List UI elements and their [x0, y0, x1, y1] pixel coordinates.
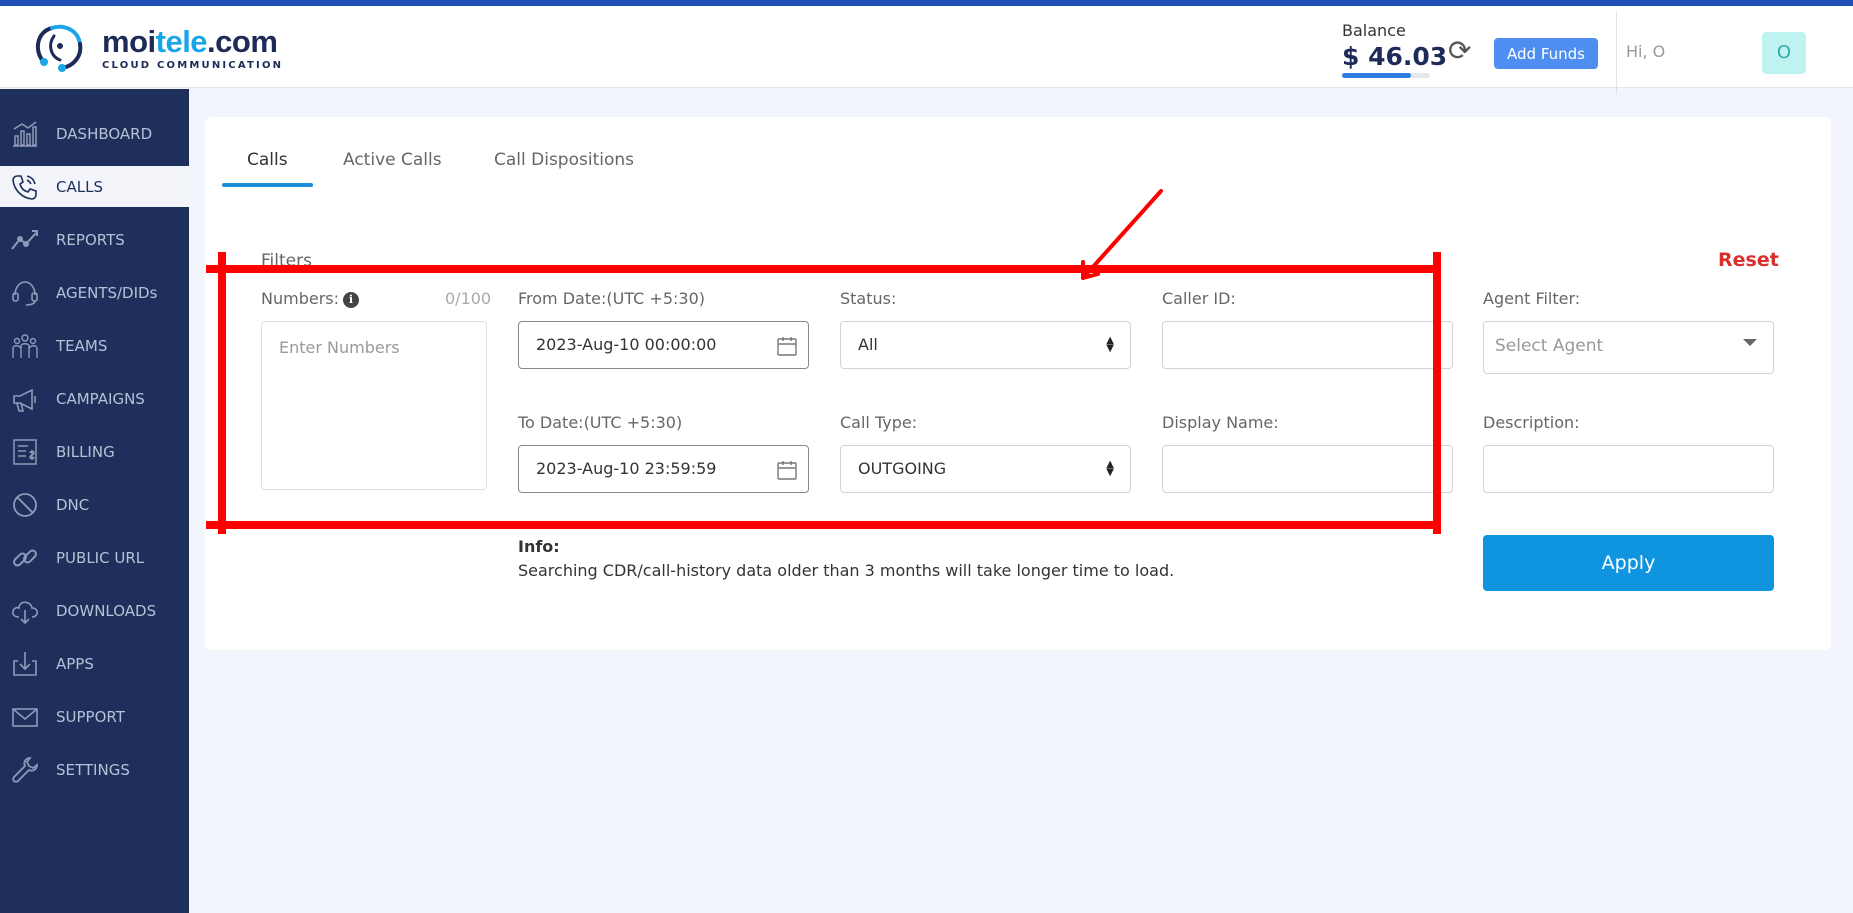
call-type-select[interactable]: OUTGOING ▲ ▼: [840, 445, 1131, 493]
sidebar-item-teams[interactable]: TEAMS: [0, 325, 189, 366]
calendar-icon[interactable]: [775, 334, 799, 358]
link-icon: [10, 543, 40, 573]
refresh-icon[interactable]: ⟳: [1448, 36, 1471, 66]
info-icon[interactable]: i: [343, 291, 359, 308]
sidebar-item-label: APPS: [56, 654, 94, 673]
sidebar-item-label: BILLING: [56, 442, 115, 461]
filters-heading: Filters: [261, 251, 312, 271]
info-text: Searching CDR/call-history data older th…: [518, 561, 1175, 580]
balance-widget: Balance $ 46.03: [1342, 21, 1447, 78]
to-date-label: To Date:(UTC +5:30): [518, 413, 683, 432]
user-greeting[interactable]: Hi, O: [1626, 42, 1665, 61]
tab-active-calls[interactable]: Active Calls: [343, 150, 442, 170]
numbers-placeholder: Enter Numbers: [279, 338, 400, 357]
sidebar-item-label: PUBLIC URL: [56, 548, 145, 567]
sidebar-item-settings[interactable]: SETTINGS: [0, 749, 189, 790]
sidebar-item-dashboard[interactable]: DASHBOARD: [0, 113, 189, 154]
block-icon: [10, 490, 40, 520]
sidebar-item-reports[interactable]: REPORTS: [0, 219, 189, 260]
chart-icon: [10, 225, 40, 255]
phone-icon: [10, 172, 40, 202]
header-divider: [1616, 12, 1617, 94]
calendar-icon[interactable]: [775, 458, 799, 482]
sort-arrows-icon: ▲ ▼: [1106, 335, 1114, 354]
sidebar-item-label: DOWNLOADS: [56, 601, 157, 620]
caller-id-label: Caller ID:: [1162, 289, 1236, 308]
user-avatar[interactable]: O: [1762, 32, 1806, 74]
display-name-label: Display Name:: [1162, 413, 1279, 432]
apply-button[interactable]: Apply: [1483, 535, 1774, 591]
display-name-input[interactable]: [1162, 445, 1453, 493]
status-value: All: [858, 335, 878, 354]
calls-filter-card: Calls Active Calls Call Dispositions Fil…: [205, 117, 1831, 650]
sidebar-item-billing[interactable]: BILLING: [0, 431, 189, 472]
sidebar-item-label: CAMPAIGNS: [56, 389, 145, 408]
to-date-input[interactable]: 2023-Aug-10 23:59:59: [518, 445, 809, 493]
call-type-value: OUTGOING: [858, 459, 947, 478]
sidebar-item-label: SUPPORT: [56, 707, 125, 726]
description-label: Description:: [1483, 413, 1580, 432]
sidebar-nav: DASHBOARD CALLS REPORTS AGENTS/DIDs TEAM…: [0, 89, 189, 913]
tab-call-dispositions[interactable]: Call Dispositions: [494, 150, 634, 170]
balance-label: Balance: [1342, 21, 1406, 40]
to-date-value: 2023-Aug-10 23:59:59: [536, 459, 717, 478]
sidebar-item-apps[interactable]: APPS: [0, 643, 189, 684]
wrench-icon: [10, 755, 40, 785]
sidebar-item-support[interactable]: SUPPORT: [0, 696, 189, 737]
invoice-icon: [10, 437, 40, 467]
active-tab-indicator: [222, 183, 313, 187]
dashboard-icon: [10, 119, 40, 149]
sidebar-item-label: DASHBOARD: [56, 124, 153, 143]
logo-tagline: CLOUD COMMUNICATION: [102, 59, 284, 71]
numbers-label: Numbers: i: [261, 289, 359, 308]
agent-filter-label: Agent Filter:: [1483, 289, 1581, 308]
from-date-input[interactable]: 2023-Aug-10 00:00:00: [518, 321, 809, 369]
logo-mark-icon: [35, 24, 83, 72]
balance-value: $ 46.03: [1342, 42, 1448, 71]
status-label: Status:: [840, 289, 897, 308]
balance-progress-fill: [1342, 73, 1411, 78]
sidebar-item-campaigns[interactable]: CAMPAIGNS: [0, 378, 189, 419]
call-type-label: Call Type:: [840, 413, 918, 432]
logo-wordmark: moitele.com: [102, 23, 278, 59]
sidebar-item-downloads[interactable]: DOWNLOADS: [0, 590, 189, 631]
headset-icon: [10, 278, 40, 308]
mail-icon: [10, 702, 40, 732]
caller-id-input[interactable]: [1162, 321, 1453, 369]
sidebar-item-label: CALLS: [56, 177, 103, 196]
cloud-download-icon: [10, 596, 40, 626]
description-input[interactable]: [1483, 445, 1774, 493]
balance-progress-bar: [1342, 73, 1430, 78]
from-date-label: From Date:(UTC +5:30): [518, 289, 705, 308]
agent-placeholder: Select Agent: [1495, 336, 1604, 356]
megaphone-icon: [10, 384, 40, 414]
from-date-value: 2023-Aug-10 00:00:00: [536, 335, 717, 354]
sidebar-item-label: REPORTS: [56, 230, 125, 249]
moitele-logo[interactable]: moitele.com CLOUD COMMUNICATION: [30, 22, 283, 74]
numbers-counter: 0/100: [445, 289, 492, 308]
status-select[interactable]: All ▲ ▼: [840, 321, 1131, 369]
download-tray-icon: [10, 649, 40, 679]
top-header: moitele.com CLOUD COMMUNICATION Balance …: [0, 6, 1853, 94]
sidebar-item-label: TEAMS: [56, 336, 108, 355]
numbers-textarea[interactable]: Enter Numbers: [261, 321, 487, 490]
team-icon: [10, 331, 40, 361]
sort-arrows-icon: ▲ ▼: [1106, 459, 1114, 478]
sidebar-item-dnc[interactable]: DNC: [0, 484, 189, 525]
tab-calls[interactable]: Calls: [247, 150, 288, 170]
chevron-down-icon: [1743, 339, 1757, 346]
agent-filter-select[interactable]: Select Agent: [1483, 321, 1774, 374]
sidebar-item-public-url[interactable]: PUBLIC URL: [0, 537, 189, 578]
sidebar-item-calls[interactable]: CALLS: [0, 166, 189, 207]
add-funds-button[interactable]: Add Funds: [1494, 38, 1598, 69]
sidebar-item-label: DNC: [56, 495, 90, 514]
reset-button[interactable]: Reset: [1718, 249, 1779, 271]
sidebar-item-agents[interactable]: AGENTS/DIDs: [0, 272, 189, 313]
info-heading: Info:: [518, 537, 560, 556]
sidebar-item-label: AGENTS/DIDs: [56, 283, 158, 302]
sidebar-item-label: SETTINGS: [56, 760, 130, 779]
